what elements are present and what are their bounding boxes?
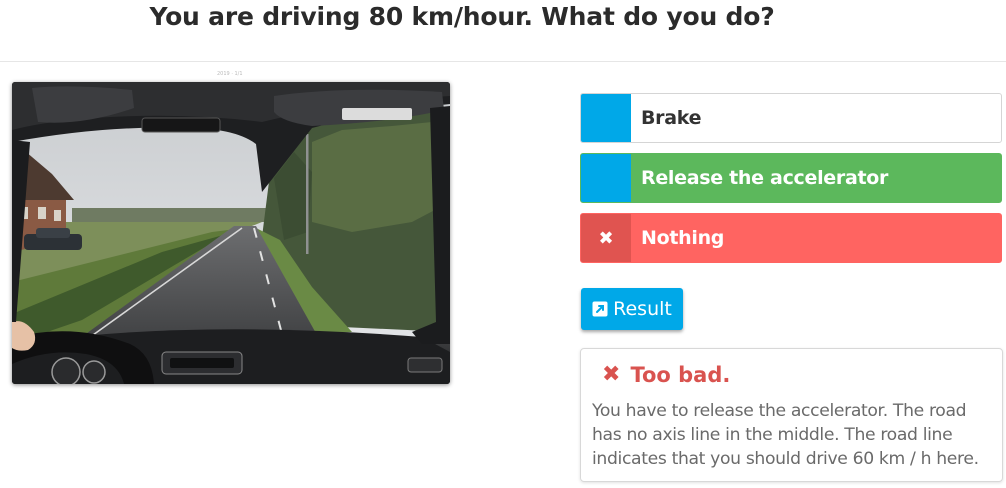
answer-option-nothing[interactable]: ✖ Nothing [580,213,1002,263]
external-link-icon [592,301,608,317]
answer-label: Release the accelerator [641,167,889,189]
result-button-label: Result [613,298,672,320]
answer-option-brake[interactable]: Brake [580,93,1002,143]
answer-label: Brake [641,107,702,129]
answer-option-release-accelerator[interactable]: Release the accelerator [580,153,1002,203]
x-mark-icon: ✖ [602,362,621,387]
answer-label: Nothing [641,227,725,249]
feedback-heading: ✖ Too bad. [602,363,990,387]
wrong-answer-x-icon: ✖ [581,214,631,262]
result-button[interactable]: Result [581,288,683,330]
answer-marker [581,154,631,202]
driving-scene-photo [12,82,450,384]
driving-scene-illustration [12,82,450,384]
feedback-explanation: You have to release the accelerator. The… [592,401,979,469]
feedback-panel: ✖ Too bad. You have to release the accel… [580,348,1003,482]
question-header: You are driving 80 km/hour. What do you … [0,0,1006,62]
photo-caption: 2019 · 1/1 [217,71,243,77]
feedback-title-text: Too bad. [630,363,731,387]
answer-marker [581,94,631,142]
question-title: You are driving 80 km/hour. What do you … [149,2,775,31]
